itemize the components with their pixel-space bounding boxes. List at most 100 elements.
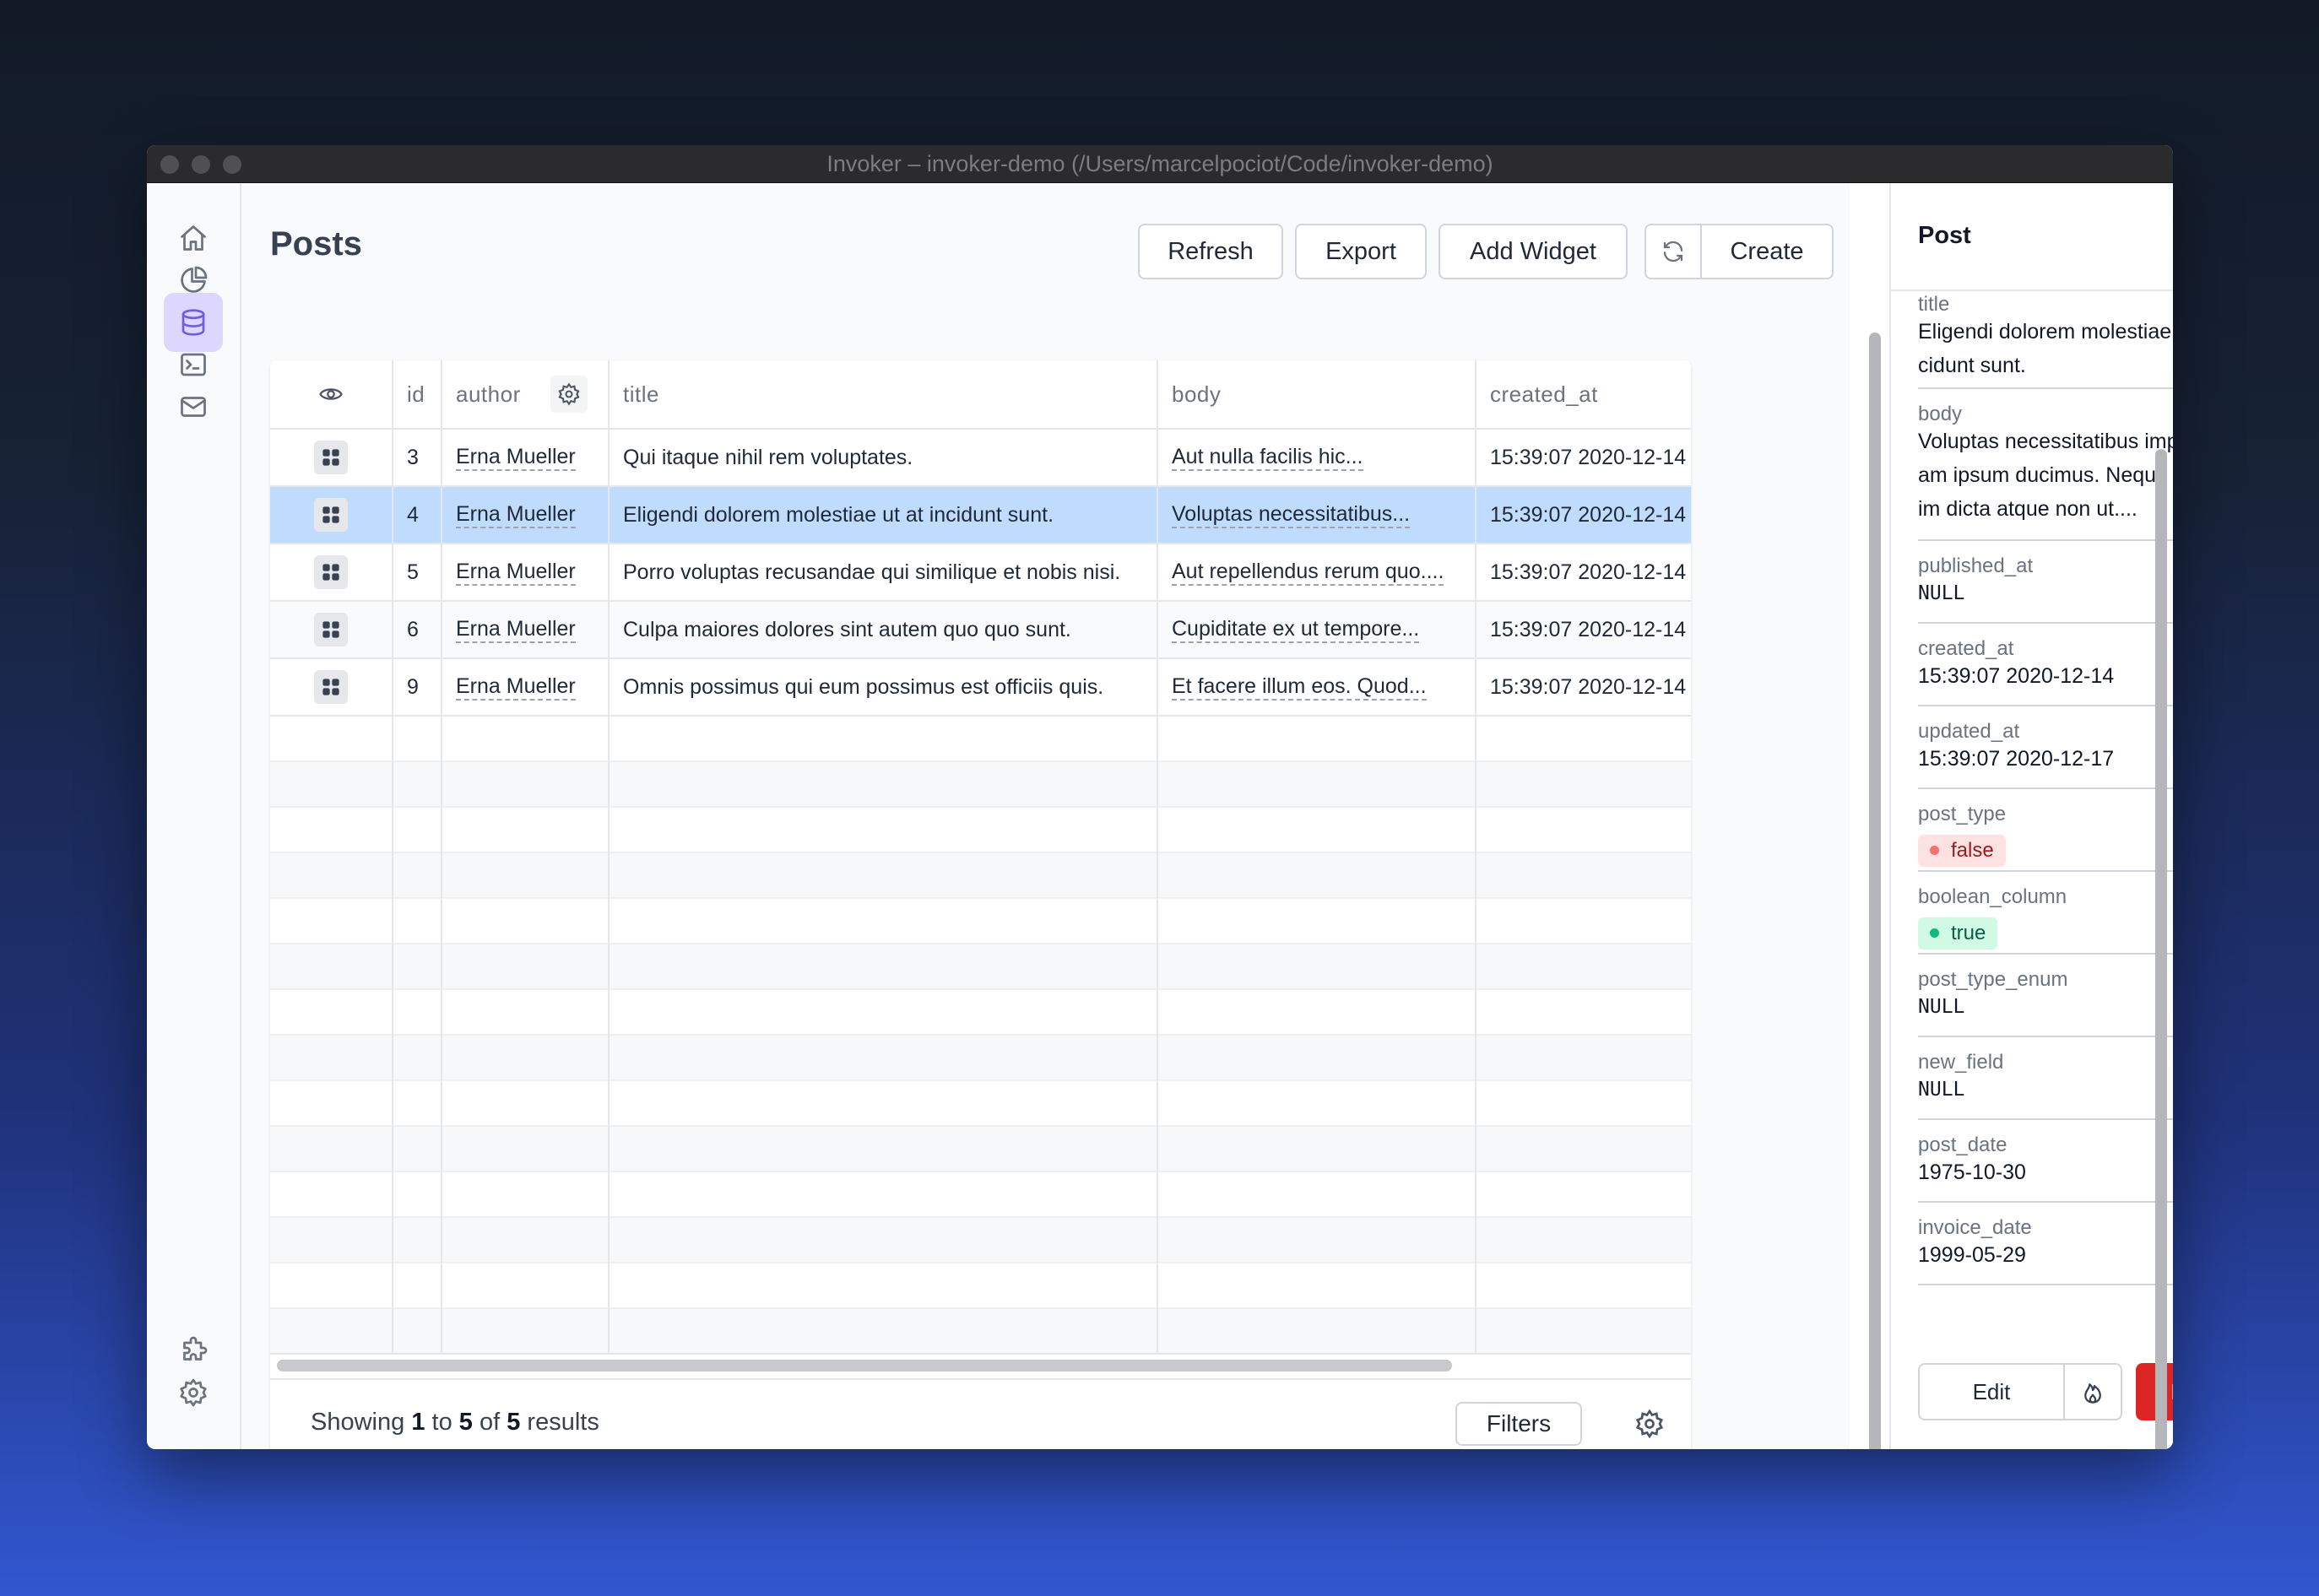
field-name: title: [1918, 293, 1950, 316]
minimize-window-button[interactable]: [192, 155, 210, 174]
table-footer: Showing 1 to 5 of 5 results Filters: [270, 1378, 1691, 1449]
table-grid: id author title body created_at 3 Erna Mu…: [270, 360, 1691, 1353]
column-header-body[interactable]: body: [1172, 360, 1221, 428]
body-preview-link[interactable]: Aut nulla facilis hic...: [1172, 444, 1363, 471]
cell-body: Cupiditate ex ut tempore...: [1172, 602, 1420, 657]
filters-button[interactable]: Filters: [1455, 1402, 1582, 1446]
pagination-info: Showing 1 to 5 of 5 results: [311, 1409, 599, 1436]
quick-edit-button[interactable]: [2065, 1365, 2121, 1419]
author-column-settings-button[interactable]: [550, 360, 588, 428]
field-value[interactable]: NULL: [1918, 990, 1964, 1024]
column-divider: [608, 360, 610, 1353]
field-value[interactable]: 1999-05-29: [1918, 1238, 2026, 1272]
field-value[interactable]: 15:39:07 2020-12-14: [1918, 659, 2114, 693]
field-name: body: [1918, 403, 1963, 425]
table-header: id author title body created_at: [270, 360, 1691, 430]
field-value[interactable]: Eligendi dolorem molestiae ut at in cidu…: [1918, 315, 2173, 382]
pagination-suffix: results: [527, 1409, 599, 1436]
row-actions-button[interactable]: [314, 441, 348, 474]
author-link[interactable]: Erna Mueller: [456, 616, 576, 643]
field-value[interactable]: false: [1918, 831, 2006, 867]
grid-icon: [322, 621, 339, 638]
close-window-button[interactable]: [160, 155, 179, 174]
cell-author: Erna Mueller: [456, 602, 576, 657]
author-link[interactable]: Erna Mueller: [456, 674, 576, 701]
detail-field: invoice_datedate1999-05-29: [1918, 1203, 2173, 1285]
sync-button[interactable]: [1646, 225, 1702, 278]
create-button-group: Create: [1644, 224, 1834, 279]
edit-button[interactable]: Edit: [1920, 1365, 2065, 1419]
row-actions-button[interactable]: [314, 670, 348, 704]
field-name: boolean_column: [1918, 885, 2067, 908]
pagination-to-word: to: [431, 1409, 452, 1436]
column-header-id[interactable]: id: [407, 360, 425, 428]
grid-icon: [322, 679, 339, 695]
cell-created-at: 15:39:07 2020-12-14: [1490, 445, 1687, 469]
cell-body: Voluptas necessitatibus...: [1172, 487, 1411, 543]
refresh-icon: [1663, 241, 1683, 262]
add-widget-button[interactable]: Add Widget: [1439, 224, 1628, 279]
table-row[interactable]: 3 Erna Mueller Qui itaque nihil rem volupt…: [270, 430, 1691, 487]
body-preview-link[interactable]: Aut repellendus rerum quo....: [1172, 559, 1444, 586]
field-value[interactable]: 1975-10-30: [1918, 1155, 2026, 1189]
table-row[interactable]: 9 Erna Mueller Omnis possimus qui eum poss…: [270, 659, 1691, 717]
delete-button[interactable]: Delete: [2136, 1363, 2173, 1420]
cell-author: Erna Mueller: [456, 544, 576, 600]
horizontal-scrollbar[interactable]: [277, 1360, 1452, 1371]
field-value[interactable]: true: [1918, 914, 1998, 949]
field-value[interactable]: Voluptas necessitatibus impedit ull am i…: [1918, 425, 2173, 526]
sidebar-item-settings[interactable]: [164, 1363, 223, 1422]
cell-title: Porro voluptas recusandae qui similique …: [623, 560, 1121, 584]
toggle-columns-button[interactable]: [312, 360, 349, 428]
field-value[interactable]: NULL: [1918, 576, 1964, 610]
field-name: new_field: [1918, 1051, 2004, 1074]
row-actions-button[interactable]: [314, 555, 348, 589]
table-row[interactable]: 6 Erna Mueller Culpa maiores dolores sint …: [270, 602, 1691, 659]
author-link[interactable]: Erna Mueller: [456, 501, 576, 528]
table-row[interactable]: 4 Erna Mueller Eligendi dolorem molestiae …: [270, 487, 1691, 544]
empty-row: [270, 944, 1691, 990]
boolean-badge: false: [1918, 834, 2006, 867]
row-actions-button[interactable]: [314, 613, 348, 647]
panel-vertical-scrollbar[interactable]: [2155, 449, 2167, 1449]
body-preview-link[interactable]: Voluptas necessitatibus...: [1172, 501, 1411, 528]
detail-field: updated_atdatetime15:39:07 2020-12-17: [1918, 706, 2173, 789]
window-title: Invoker – invoker-demo (/Users/marcelpoc…: [826, 150, 1493, 176]
status-dot: [1930, 846, 1939, 855]
column-header-created-at[interactable]: created_at: [1490, 360, 1598, 428]
maximize-window-button[interactable]: [223, 155, 241, 174]
field-value[interactable]: 15:39:07 2020-12-17: [1918, 742, 2114, 776]
sidebar-item-mail[interactable]: [164, 377, 223, 436]
author-link[interactable]: Erna Mueller: [456, 444, 576, 471]
pagination-total: 5: [507, 1409, 521, 1436]
pagination-prefix: Showing: [311, 1409, 405, 1436]
cell-created-at: 15:39:07 2020-12-14: [1490, 502, 1687, 527]
column-header-title[interactable]: title: [623, 360, 659, 428]
empty-row: [270, 1036, 1691, 1081]
table-row[interactable]: 5 Erna Mueller Porro voluptas recusandae q…: [270, 544, 1691, 602]
field-value[interactable]: NULL: [1918, 1073, 1964, 1106]
body-preview-link[interactable]: Cupiditate ex ut tempore...: [1172, 616, 1420, 643]
gear-icon[interactable]: [1634, 1409, 1665, 1439]
empty-row: [270, 899, 1691, 944]
create-button[interactable]: Create: [1702, 225, 1832, 278]
empty-row: [270, 1081, 1691, 1127]
puzzle-icon: [183, 1336, 208, 1361]
grid-icon: [322, 506, 339, 523]
export-button[interactable]: Export: [1295, 224, 1427, 279]
main-vertical-scrollbar[interactable]: [1869, 333, 1881, 1449]
author-link[interactable]: Erna Mueller: [456, 559, 576, 586]
row-actions-button[interactable]: [314, 498, 348, 532]
row-actions-cell: [312, 430, 349, 485]
empty-row: [270, 1172, 1691, 1218]
empty-row: [270, 808, 1691, 853]
column-divider: [1475, 360, 1476, 1353]
empty-row: [270, 1218, 1691, 1263]
column-divider: [392, 360, 393, 1353]
body-preview-link[interactable]: Et facere illum eos. Quod...: [1172, 674, 1427, 701]
refresh-button[interactable]: Refresh: [1138, 224, 1283, 279]
column-divider: [1157, 360, 1158, 1353]
cell-author: Erna Mueller: [456, 487, 576, 543]
column-header-author[interactable]: author: [456, 360, 521, 428]
cell-id: 5: [407, 560, 419, 584]
